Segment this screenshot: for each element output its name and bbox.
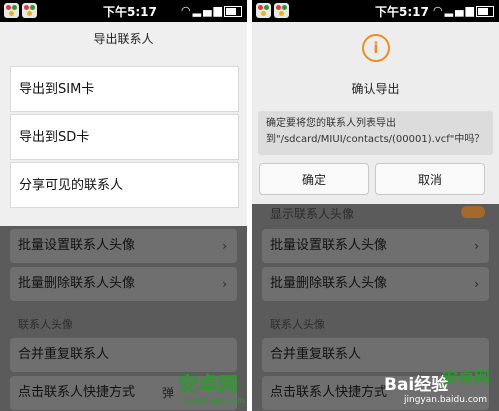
list-item[interactable]: 批量删除联系人头像 ›	[262, 267, 489, 301]
list-item[interactable]: 批量删除联系人头像 ›	[10, 267, 237, 301]
battery-icon	[476, 5, 494, 17]
left-screen: 下午5:17 ◠▂▄▆ 导出联系人 导出到SIM卡 导出到SD卡 分享可见的联系…	[0, 0, 247, 411]
status-icons: ◠▂▄▆	[181, 4, 242, 17]
warning-icon: i	[362, 34, 390, 62]
status-time: 下午5:17	[375, 5, 429, 19]
export-contacts-dialog: 导出联系人 导出到SIM卡 导出到SD卡 分享可见的联系人	[0, 22, 247, 226]
list-item-label: 点击联系人快捷方式	[270, 385, 388, 400]
cancel-button[interactable]: 取消	[375, 163, 485, 195]
status-time: 下午5:17	[103, 5, 157, 19]
confirm-export-dialog: i 确认导出 确定要将您的联系人列表导出到"/sdcard/MIUI/conta…	[252, 22, 499, 204]
list-item[interactable]: 批量设置联系人头像 ›	[262, 229, 489, 263]
wifi-icon: ◠	[433, 4, 445, 17]
baidu-watermark-url: jingyan.baidu.com	[404, 395, 488, 405]
status-bar: 下午5:17 ◠▂▄▆	[0, 0, 247, 22]
app-notification-icon	[256, 3, 271, 18]
list-item-label: 点击联系人快捷方式	[18, 385, 136, 400]
app-notification-icon	[22, 3, 37, 18]
trailing-text: 弹	[162, 386, 175, 400]
right-screen: 下午5:17 ◠▂▄▆ i 确认导出 确定要将您的联系人列表导出到"/sdcar…	[252, 0, 499, 411]
toggle-switch[interactable]	[461, 206, 485, 218]
app-notification-icon	[274, 3, 289, 18]
list-item-label: 批量删除联系人头像	[270, 276, 388, 291]
section-label: 联系人头像	[270, 318, 325, 331]
chevron-right-icon: ›	[474, 277, 479, 291]
list-item-label: 批量删除联系人头像	[18, 276, 136, 291]
list-item-label: 批量设置联系人头像	[18, 238, 136, 253]
chevron-right-icon: ›	[222, 277, 227, 291]
partial-list-item-label: 显示联系人头像	[270, 207, 355, 221]
chevron-right-icon: ›	[474, 239, 479, 253]
signal-icon: ▂▄▆	[444, 4, 476, 17]
signal-icon: ▂▄▆	[192, 4, 224, 17]
chevron-right-icon: ›	[222, 239, 227, 253]
watermark-logo: 安卓网	[442, 368, 491, 387]
status-icons: ◠▂▄▆	[433, 4, 494, 17]
confirm-button[interactable]: 确定	[259, 163, 369, 195]
watermark-logo: 安卓网	[178, 372, 238, 396]
list-item-label: 批量设置联系人头像	[270, 238, 388, 253]
app-notification-icon	[4, 3, 19, 18]
share-visible-contacts-option[interactable]: 分享可见的联系人	[10, 162, 239, 208]
list-item[interactable]: 批量设置联系人头像 ›	[10, 229, 237, 263]
list-item-label: 合并重复联系人	[18, 347, 110, 362]
wifi-icon: ◠	[181, 4, 193, 17]
watermark-url: www.hiapk.com	[182, 396, 245, 405]
section-label: 联系人头像	[18, 318, 73, 331]
dialog-title: 导出联系人	[93, 32, 154, 46]
dialog-message: 确定要将您的联系人列表导出到"/sdcard/MIUI/contacts/(00…	[258, 111, 493, 155]
status-bar: 下午5:17 ◠▂▄▆	[252, 0, 499, 22]
export-to-sim-option[interactable]: 导出到SIM卡	[10, 66, 239, 112]
baidu-watermark: Bai经验	[384, 375, 449, 395]
dialog-title: 确认导出	[351, 82, 400, 96]
list-item[interactable]: 合并重复联系人	[10, 338, 237, 372]
export-to-sd-option[interactable]: 导出到SD卡	[10, 114, 239, 160]
list-item-label: 合并重复联系人	[270, 347, 362, 362]
battery-icon	[224, 5, 242, 17]
